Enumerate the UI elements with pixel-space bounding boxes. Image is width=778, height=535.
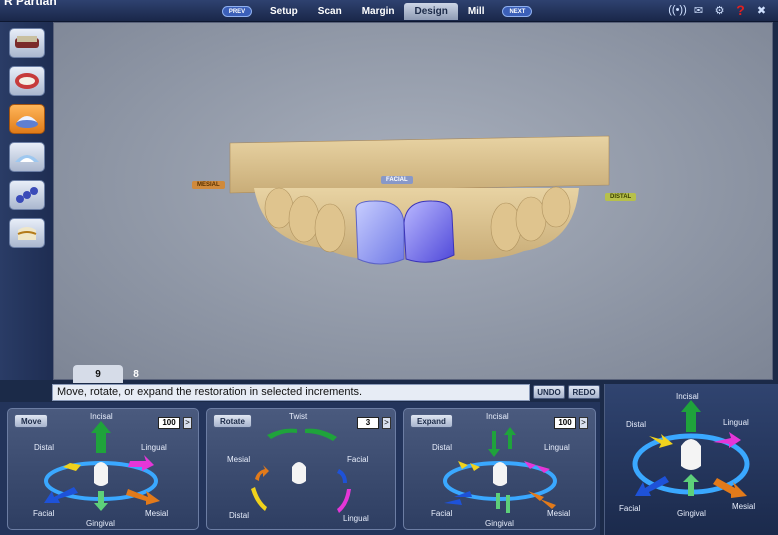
app-title: R Partian — [4, 0, 57, 8]
left-toolbar — [0, 22, 53, 380]
expand-distal-label: Distal — [432, 443, 453, 452]
expand-mesial-label: Mesial — [547, 509, 571, 518]
move-panel: Move 100 > Incisal Distal Lingual Facial… — [7, 408, 199, 530]
help-icon[interactable]: ? — [732, 2, 749, 18]
expand-facial-label: Facial — [431, 509, 453, 518]
facial-marker: FACIAL — [381, 176, 413, 184]
rotate-twist-left-arrow[interactable] — [267, 428, 297, 439]
orient-mesial-label: Mesial — [732, 502, 756, 511]
wireless-icon[interactable]: ((•)) — [668, 3, 687, 17]
tab-tooth-8[interactable]: 8 — [111, 365, 161, 383]
adjust-panels: Move 100 > Incisal Distal Lingual Facial… — [0, 402, 600, 535]
rotate-facial-arrow[interactable] — [337, 469, 347, 483]
expand-panel: Expand 100 > Incisal Distal Lingual Faci… — [403, 408, 596, 530]
rotate-twist-label: Twist — [289, 412, 308, 421]
rotate-distal-arrow[interactable] — [251, 487, 267, 511]
orient-facial-label: Facial — [619, 504, 641, 513]
undo-button[interactable]: UNDO — [533, 385, 565, 399]
rotate-mesial-arrow[interactable] — [255, 465, 269, 481]
expand-lingual-label: Lingual — [544, 443, 570, 452]
redo-button[interactable]: REDO — [568, 385, 600, 399]
restoration-icon[interactable] — [9, 104, 45, 134]
rotate-distal-label: Distal — [229, 511, 250, 520]
orient-incisal-arrow[interactable] — [681, 400, 701, 432]
rotate-facial-label: Facial — [347, 455, 369, 464]
orientation-widget: Incisal Distal Lingual Facial Mesial Gin… — [604, 384, 778, 535]
proposal-icon[interactable] — [9, 142, 45, 172]
model-viewport[interactable]: MESIAL FACIAL DISTAL — [53, 22, 773, 380]
prev-button[interactable]: PREV — [222, 6, 252, 17]
expand-incisal-arrows[interactable] — [488, 427, 516, 457]
top-icons: ((•)) ✉ ⚙ ? ✖ — [668, 2, 770, 18]
move-distal-label: Distal — [34, 443, 55, 452]
tab-design[interactable]: Design — [404, 3, 458, 20]
rotate-mesial-label: Mesial — [227, 455, 251, 464]
orient-incisal-label: Incisal — [676, 392, 699, 401]
expand-gingival-arrows[interactable] — [496, 493, 510, 513]
settings-icon[interactable]: ⚙ — [711, 3, 728, 17]
rotate-lingual-arrow[interactable] — [337, 489, 351, 513]
move-mesial-label: Mesial — [145, 509, 169, 518]
rotate-twist-right-arrow[interactable] — [305, 428, 337, 441]
workflow-nav: PREV Setup Scan Margin Design Mill NEXT — [214, 3, 540, 20]
mesial-marker: MESIAL — [192, 181, 225, 189]
tab-mill[interactable]: Mill — [458, 3, 495, 20]
crown-margin-icon[interactable] — [9, 218, 45, 248]
status-message: Move, rotate, or expand the restoration … — [52, 384, 530, 401]
bite-icon[interactable] — [9, 66, 45, 96]
email-icon[interactable]: ✉ — [690, 3, 707, 17]
orient-gingival-label: Gingival — [677, 509, 706, 518]
rotate-lingual-label: Lingual — [343, 514, 369, 523]
tab-margin[interactable]: Margin — [352, 3, 405, 20]
move-incisal-arrow[interactable] — [91, 421, 111, 453]
tab-setup[interactable]: Setup — [260, 3, 308, 20]
close-icon[interactable]: ✖ — [753, 3, 770, 17]
tab-scan[interactable]: Scan — [308, 3, 352, 20]
move-lingual-label: Lingual — [141, 443, 167, 452]
orient-lingual-label: Lingual — [723, 418, 749, 427]
next-button[interactable]: NEXT — [502, 6, 533, 17]
expand-incisal-label: Incisal — [486, 412, 509, 421]
contacts-icon[interactable] — [9, 180, 45, 210]
dental-arch-model — [229, 135, 610, 265]
move-facial-label: Facial — [33, 509, 55, 518]
top-bar: R Partian PREV Setup Scan Margin Design … — [0, 0, 778, 22]
tooth-tabs: 9 8 — [53, 365, 773, 383]
tooth-scan-icon[interactable] — [9, 28, 45, 58]
move-gingival-arrow[interactable] — [94, 491, 108, 511]
expand-gingival-label: Gingival — [485, 519, 514, 528]
distal-marker: DISTAL — [605, 193, 637, 201]
move-incisal-label: Incisal — [90, 412, 113, 421]
orient-distal-label: Distal — [626, 420, 647, 429]
move-gingival-label: Gingival — [86, 519, 115, 528]
rotate-panel: Rotate 3 > Twist Mesial Facial Distal Li… — [206, 408, 396, 530]
